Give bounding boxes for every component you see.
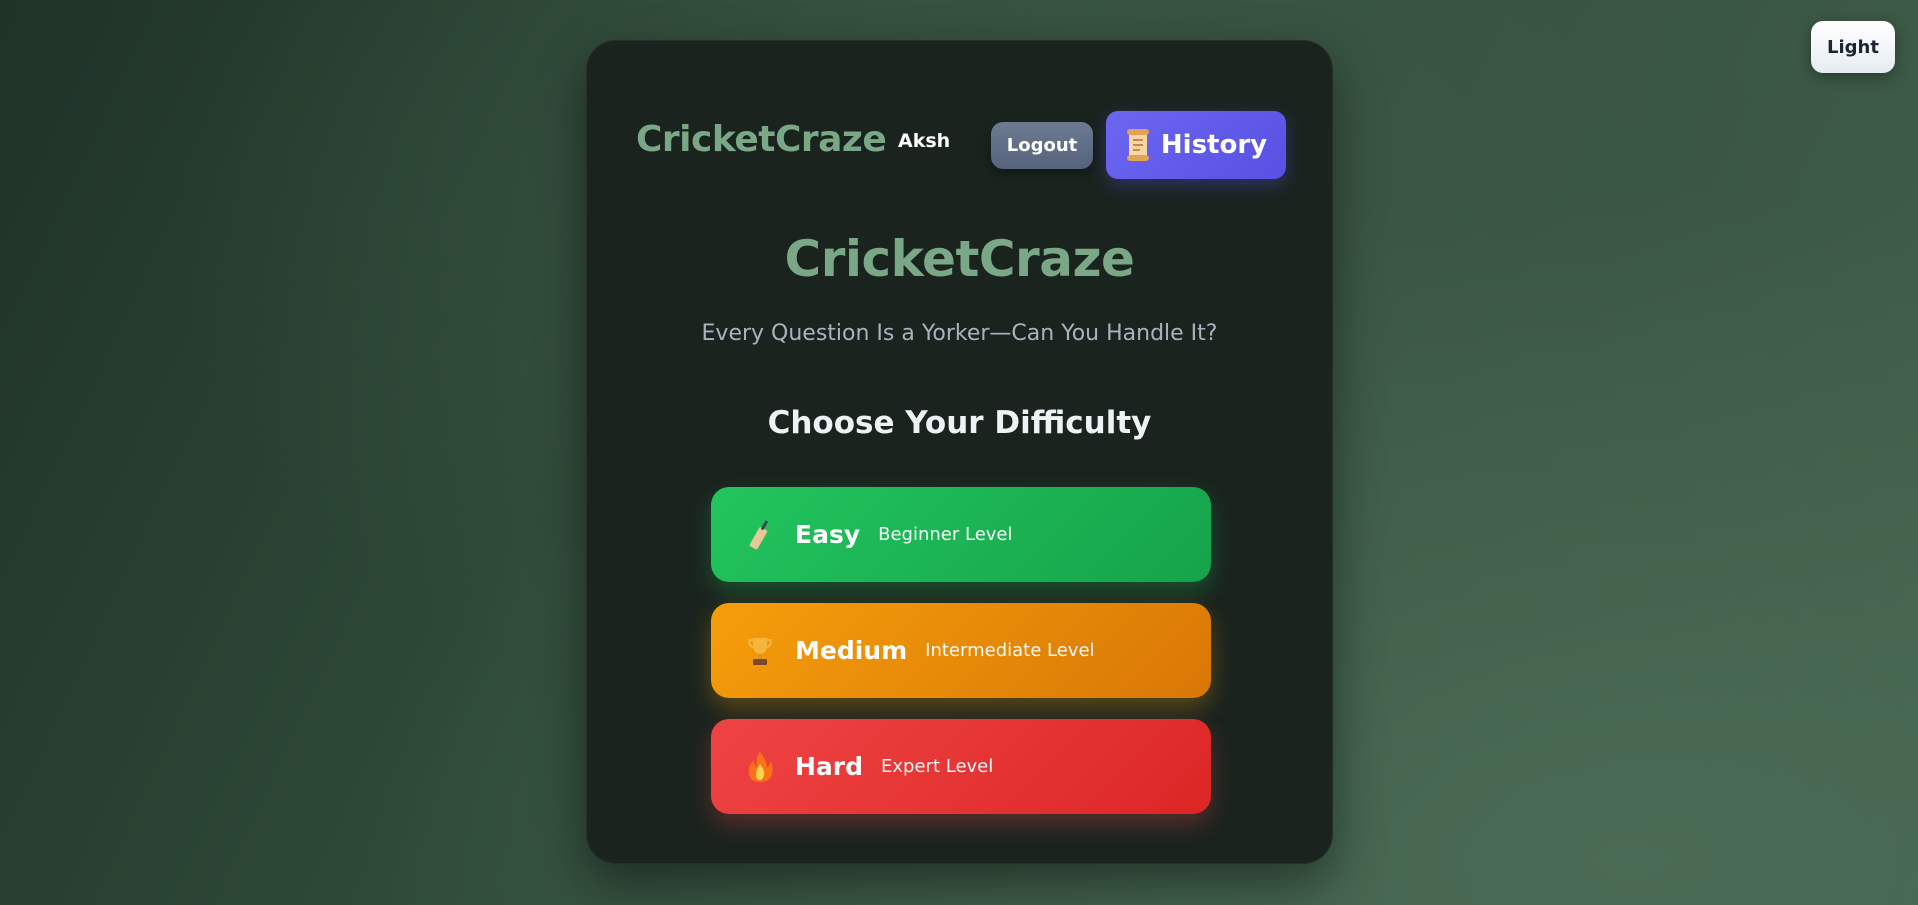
header-brand: CricketCraze <box>636 119 887 160</box>
page-subtitle: Every Question Is a Yorker—Can You Handl… <box>701 321 1218 346</box>
difficulty-hard-button[interactable]: Hard Expert Level <box>711 719 1211 814</box>
scroll-icon <box>1125 128 1151 162</box>
theme-toggle-button[interactable]: Light <box>1811 21 1895 73</box>
history-button-label: History <box>1160 130 1268 160</box>
difficulty-medium-button[interactable]: Medium Intermediate Level <box>711 603 1211 698</box>
difficulty-easy-button[interactable]: Easy Beginner Level <box>711 487 1211 582</box>
history-button[interactable]: History <box>1106 111 1286 179</box>
difficulty-description: Intermediate Level <box>925 640 1095 661</box>
trophy-icon <box>745 634 775 668</box>
fire-icon <box>745 750 775 784</box>
logout-button[interactable]: Logout <box>991 122 1093 169</box>
difficulty-heading: Choose Your Difficulty <box>767 405 1152 441</box>
difficulty-name: Easy <box>795 520 861 549</box>
difficulty-description: Expert Level <box>881 756 994 777</box>
difficulty-description: Beginner Level <box>878 524 1013 545</box>
page-title: CricketCraze <box>784 230 1135 288</box>
difficulty-name: Medium <box>795 636 908 665</box>
difficulty-name: Hard <box>795 752 864 781</box>
cricket-bat-icon <box>745 518 775 552</box>
quiz-card: CricketCraze Aksh Logout History Cricket… <box>586 40 1333 864</box>
username-label: Aksh <box>898 130 951 152</box>
